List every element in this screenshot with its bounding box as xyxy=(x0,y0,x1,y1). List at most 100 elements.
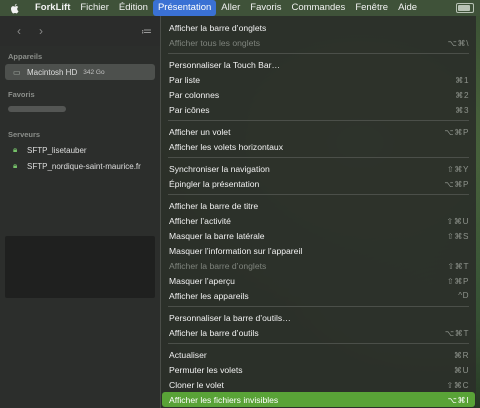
menu-item: Afficher tous les onglets ⌥⌘\ xyxy=(162,35,475,50)
lock-icon: 🔒︎ xyxy=(13,161,18,170)
device-name: Macintosh HD xyxy=(27,67,78,77)
menu-item[interactable]: Synchroniser la navigation ⇧⌘Y xyxy=(162,161,475,176)
menu-favoris[interactable]: Favoris xyxy=(245,0,286,16)
menu-item-label: Afficher les fichiers invisibles xyxy=(169,394,279,405)
menu-item[interactable]: Afficher un volet ⌥⌘P xyxy=(162,124,475,139)
menu-item[interactable]: Masquer l’aperçu ⇧⌘P xyxy=(162,273,475,288)
menu-item-label: Masquer la barre latérale xyxy=(169,230,265,241)
menu-item-label: Afficher les appareils xyxy=(169,290,249,301)
forward-button[interactable]: › xyxy=(30,24,52,38)
hard-drive-icon: ▭ xyxy=(13,67,21,77)
menu-item[interactable]: Personnaliser la Touch Bar… xyxy=(162,57,475,72)
menu-item[interactable]: Afficher les appareils ^D xyxy=(162,288,475,303)
menu-item[interactable]: Masquer l’information sur l’appareil xyxy=(162,243,475,258)
menu-item[interactable]: Afficher les volets horizontaux xyxy=(162,139,475,154)
battery-icon[interactable] xyxy=(456,3,474,13)
section-title-devices: Appareils xyxy=(8,52,43,61)
menu-item[interactable]: Afficher la barre d’outils ⌥⌘T xyxy=(162,325,475,340)
menu-item-label: Afficher l’activité xyxy=(169,215,231,226)
menu-item-shortcut: ⌘2 xyxy=(455,90,469,100)
menu-item-shortcut: ⇧⌘P xyxy=(446,276,469,286)
file-pane[interactable] xyxy=(5,236,155,298)
menu-fichier[interactable]: Fichier xyxy=(75,0,114,16)
menu-item-shortcut: ⌘U xyxy=(453,365,469,375)
menu-item[interactable]: Afficher la barre d’onglets xyxy=(162,20,475,35)
menu-item-label: Par icônes xyxy=(169,104,210,115)
menu-bar: ForkLift Fichier Édition Présentation Al… xyxy=(0,0,480,16)
menu-item-label: Afficher la barre d’onglets xyxy=(169,22,267,33)
menu-item[interactable]: Actualiser ⌘R xyxy=(162,347,475,362)
section-title-favorites: Favoris xyxy=(8,90,35,99)
menu-item[interactable]: Afficher les fichiers invisibles ⌥⌘I xyxy=(162,392,475,407)
menu-item-shortcut: ⌥⌘P xyxy=(444,127,469,137)
menu-item[interactable]: Par liste ⌘1 xyxy=(162,72,475,87)
menu-separator xyxy=(168,194,469,195)
menu-item-shortcut: ⇧⌘Y xyxy=(446,164,469,174)
menu-commandes[interactable]: Commandes xyxy=(286,0,350,16)
menu-item-shortcut: ⌥⌘I xyxy=(447,395,469,405)
menu-item-label: Épingler la présentation xyxy=(169,178,260,189)
menu-item-label: Afficher la barre d’onglets xyxy=(169,260,267,271)
server-name: SFTP_nordique-saint-maurice.fr xyxy=(27,161,141,171)
menu-separator xyxy=(168,120,469,121)
menu-aller[interactable]: Aller xyxy=(216,0,245,16)
menu-item[interactable]: Afficher la barre de titre xyxy=(162,198,475,213)
menu-aide[interactable]: Aide xyxy=(393,0,422,16)
window-toolbar: ‹ › ≔ xyxy=(0,16,160,46)
menu-fenetre[interactable]: Fenêtre xyxy=(350,0,393,16)
menu-item[interactable]: Permuter les volets ⌘U xyxy=(162,362,475,377)
menu-item-label: Permuter les volets xyxy=(169,364,243,375)
menu-item-shortcut: ⌘1 xyxy=(455,75,469,85)
menu-item-label: Afficher un volet xyxy=(169,126,231,137)
menu-item[interactable]: Afficher l’activité ⇧⌘U xyxy=(162,213,475,228)
menu-item-shortcut: ^D xyxy=(458,291,469,300)
menu-item-label: Afficher tous les onglets xyxy=(169,37,261,48)
sidebar: Appareils ▭ Macintosh HD 342 Go Favoris … xyxy=(0,46,160,408)
menu-presentation[interactable]: Présentation xyxy=(152,0,217,16)
view-options-icon[interactable]: ≔ xyxy=(141,25,152,38)
device-size: 342 Go xyxy=(83,68,105,76)
server-name: SFTP_lisetauber xyxy=(27,145,87,155)
menu-item-shortcut: ⌥⌘P xyxy=(444,179,469,189)
menu-item[interactable]: Personnaliser la barre d’outils… xyxy=(162,310,475,325)
menu-item-shortcut: ⇧⌘C xyxy=(446,380,469,390)
menu-separator xyxy=(168,53,469,54)
presentation-dropdown-menu: Afficher la barre d’onglets Afficher tous… xyxy=(160,16,476,408)
menu-item-label: Synchroniser la navigation xyxy=(169,163,270,174)
menu-item-shortcut: ⇧⌘U xyxy=(446,216,469,226)
lock-icon: 🔒︎ xyxy=(13,145,18,154)
menu-edition[interactable]: Édition xyxy=(114,0,153,16)
menu-item-label: Afficher la barre d’outils xyxy=(169,327,259,338)
menu-item-label: Afficher la barre de titre xyxy=(169,200,259,211)
back-button[interactable]: ‹ xyxy=(8,24,30,38)
sidebar-item-macintosh-hd[interactable]: ▭ Macintosh HD 342 Go xyxy=(5,64,155,80)
menu-item[interactable]: Épingler la présentation ⌥⌘P xyxy=(162,176,475,191)
menu-item-shortcut: ⌘3 xyxy=(455,105,469,115)
menu-item-label: Par colonnes xyxy=(169,89,220,100)
menu-item-label: Afficher les volets horizontaux xyxy=(169,141,284,152)
menu-item[interactable]: Masquer la barre latérale ⇧⌘S xyxy=(162,228,475,243)
menu-item-label: Cloner le volet xyxy=(169,379,224,390)
section-title-servers: Serveurs xyxy=(8,130,41,139)
menu-item-shortcut: ⌥⌘\ xyxy=(447,38,469,48)
menu-item[interactable]: Par icônes ⌘3 xyxy=(162,102,475,117)
menu-item-label: Par liste xyxy=(169,74,201,85)
apple-menu[interactable] xyxy=(0,0,30,16)
apple-logo-icon xyxy=(11,3,19,13)
menu-item-label: Personnaliser la Touch Bar… xyxy=(169,59,281,70)
blurred-favorite[interactable] xyxy=(8,106,66,112)
forklift-window: ‹ › ≔ Appareils ▭ Macintosh HD 342 Go Fa… xyxy=(0,16,160,408)
menu-item-shortcut: ⇧⌘S xyxy=(446,231,469,241)
menu-separator xyxy=(168,157,469,158)
menu-item[interactable]: Cloner le volet ⇧⌘C xyxy=(162,377,475,392)
menu-item-shortcut: ⇧⌘T xyxy=(447,261,469,271)
sidebar-item-server[interactable]: 🔒︎ SFTP_nordique-saint-maurice.fr xyxy=(5,158,155,174)
menu-item-shortcut: ⌥⌘T xyxy=(444,328,469,338)
menu-item-shortcut: ⌘R xyxy=(453,350,469,360)
menu-separator xyxy=(168,343,469,344)
app-menu[interactable]: ForkLift xyxy=(30,0,75,16)
menu-item-label: Personnaliser la barre d’outils… xyxy=(169,312,291,323)
menu-separator xyxy=(168,306,469,307)
menu-item[interactable]: Par colonnes ⌘2 xyxy=(162,87,475,102)
sidebar-item-server[interactable]: 🔒︎ SFTP_lisetauber xyxy=(5,142,155,158)
